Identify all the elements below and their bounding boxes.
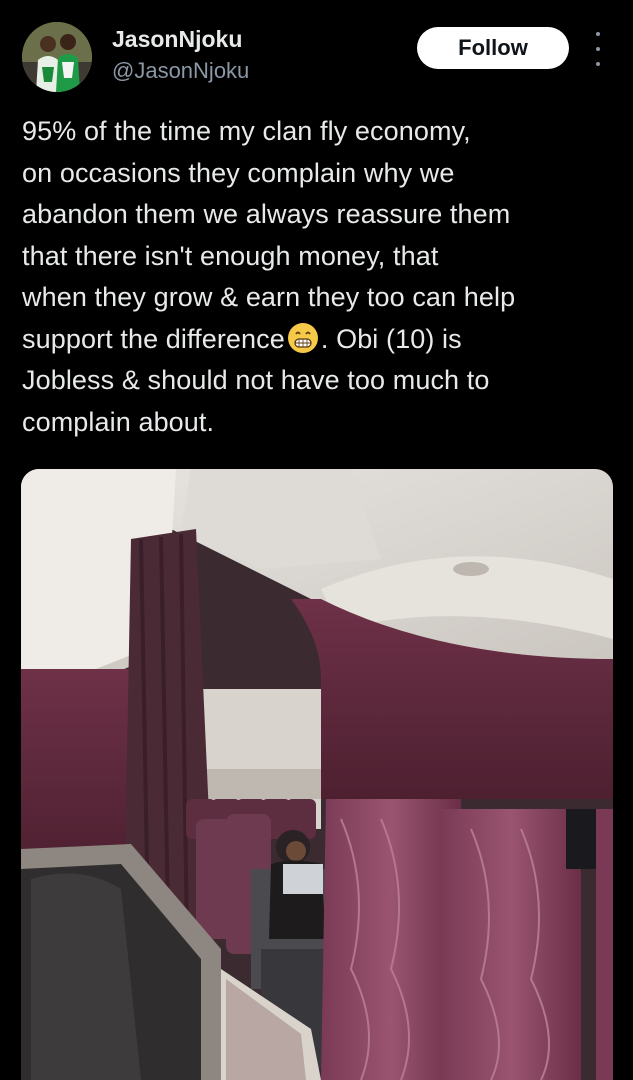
tweet-line: when they grow & earn they too can help — [22, 282, 516, 312]
tweet-line: Jobless & should not have too much to — [22, 365, 490, 395]
avatar-photo-icon — [22, 22, 92, 92]
tweet-line-part: . Obi (10) is — [320, 323, 462, 354]
follow-button[interactable]: Follow — [417, 27, 569, 69]
tweet-photo[interactable] — [21, 469, 613, 1080]
tweet-line: abandon them we always reassure them — [22, 199, 511, 229]
tweet-line: on occasions they complain why we — [22, 157, 455, 188]
display-name[interactable]: JasonNjoku — [112, 26, 242, 53]
user-handle[interactable]: @JasonNjoku — [112, 58, 249, 84]
tweet-text: 95% of the time my clan fly economy, on … — [22, 111, 622, 443]
tweet-line-part: support the difference — [22, 323, 285, 354]
tweet-line: 95% of the time my clan fly economy, — [22, 116, 471, 146]
tweet-line: that there isn't enough money, that — [22, 240, 439, 271]
tweet-header: JasonNjoku @JasonNjoku Follow — [0, 0, 633, 110]
airplane-cabin-photo-icon — [21, 469, 613, 1080]
more-vertical-icon[interactable] — [588, 32, 608, 66]
grinning-face-emoji-icon — [287, 322, 318, 353]
tweet-line-with-emoji: support the difference . Obi (10) is — [22, 319, 622, 361]
avatar[interactable] — [22, 22, 92, 92]
tweet-line: complain about. — [22, 406, 215, 437]
